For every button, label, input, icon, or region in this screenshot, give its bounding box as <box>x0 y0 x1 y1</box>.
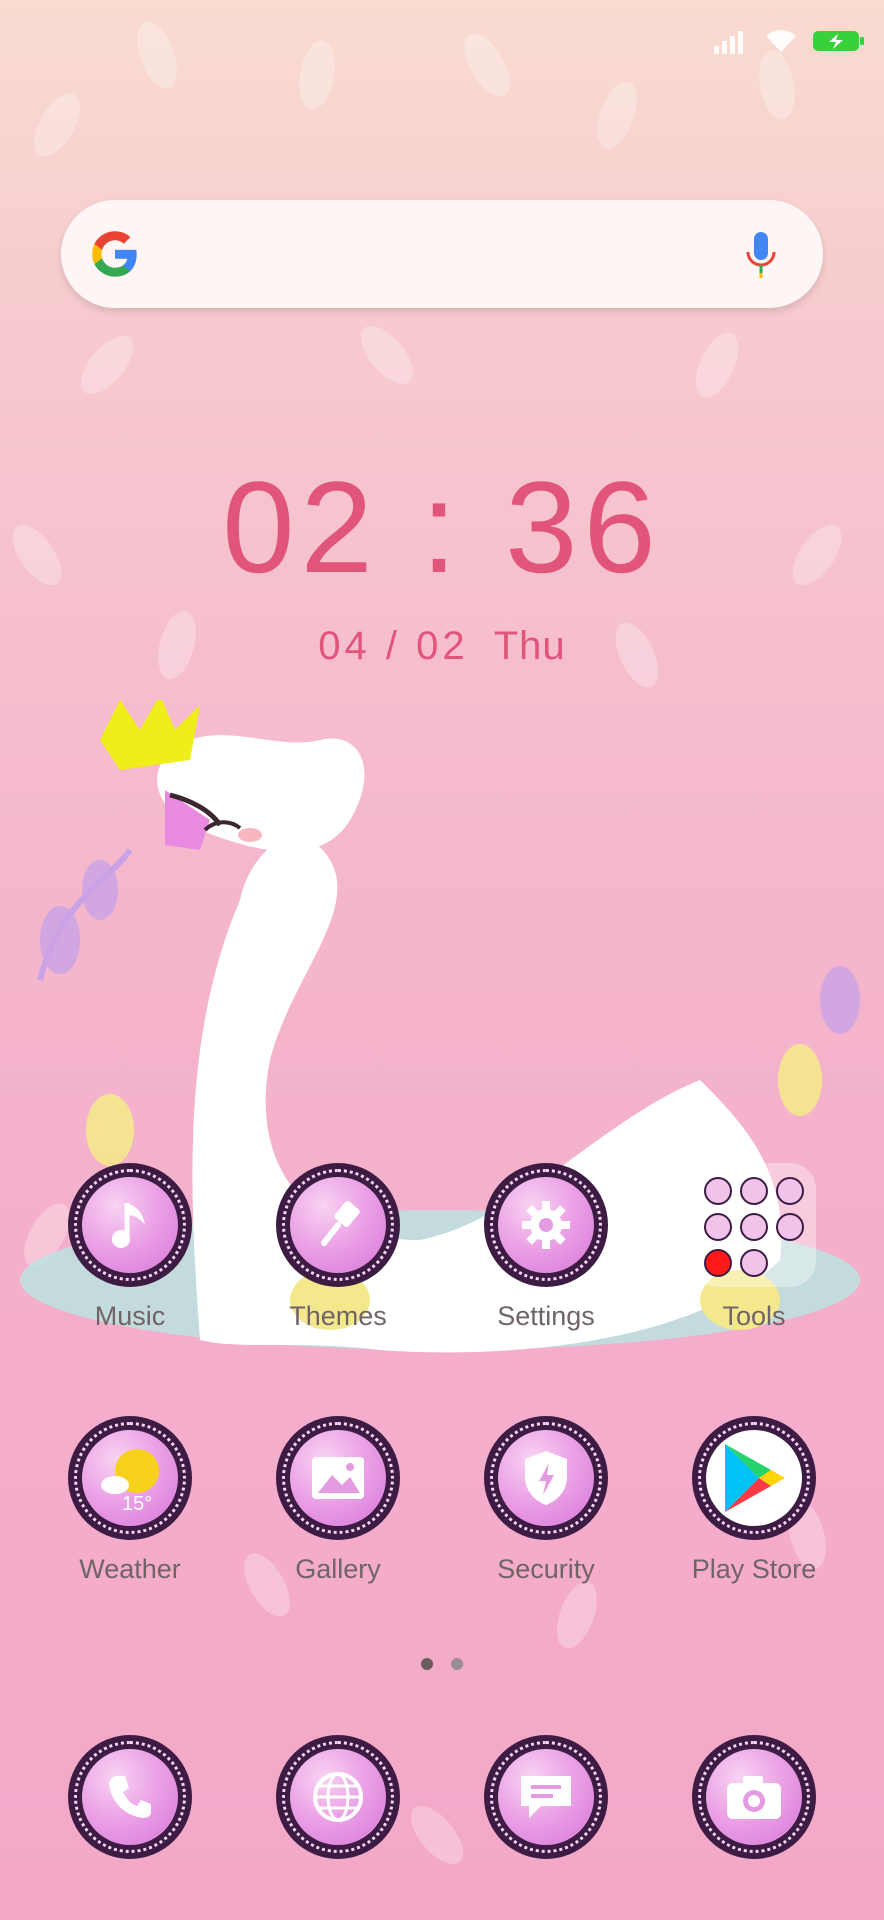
page-dot[interactable] <box>451 1658 463 1670</box>
app-play-store[interactable]: Play Store <box>664 1416 844 1585</box>
folder-icon <box>692 1163 816 1287</box>
date-day: 04 / 02 <box>318 624 469 668</box>
app-themes[interactable]: Themes <box>248 1163 428 1332</box>
page-indicator[interactable] <box>0 1658 884 1670</box>
app-gallery[interactable]: Gallery <box>248 1416 428 1585</box>
music-note-icon <box>112 1203 145 1248</box>
battery-charging-icon <box>813 31 864 51</box>
status-bar <box>714 28 866 54</box>
app-security[interactable]: Security <box>456 1416 636 1585</box>
paintbrush-icon <box>321 1201 360 1246</box>
wifi-icon <box>766 30 796 52</box>
dock-camera[interactable] <box>664 1735 844 1859</box>
globe-icon <box>313 1772 363 1822</box>
clock-date[interactable]: 04 / 02 Thu <box>0 624 884 669</box>
app-label: Weather <box>79 1554 181 1584</box>
page-dot-active[interactable] <box>421 1658 433 1670</box>
app-music[interactable]: Music <box>40 1163 220 1332</box>
app-music-ring <box>68 1163 192 1287</box>
app-settings[interactable]: Settings <box>456 1163 636 1332</box>
app-label: Gallery <box>295 1554 381 1584</box>
phone-icon <box>109 1776 151 1818</box>
folder-tools[interactable]: Tools <box>664 1163 844 1332</box>
dock-browser[interactable] <box>248 1735 428 1859</box>
weather-temperature: 15° <box>122 1493 153 1515</box>
app-label: Settings <box>497 1301 595 1331</box>
app-label: Themes <box>289 1301 387 1331</box>
camera-icon <box>727 1776 781 1819</box>
app-weather[interactable]: 15° Weather <box>40 1416 220 1585</box>
google-search-bar[interactable] <box>61 200 823 308</box>
google-g-icon <box>92 231 137 277</box>
gear-icon <box>522 1201 570 1249</box>
dock-messages[interactable] <box>456 1735 636 1859</box>
signal-icon <box>714 31 743 54</box>
microphone-icon[interactable] <box>743 230 779 280</box>
date-weekday: Thu <box>493 624 566 668</box>
play-store-icon <box>725 1444 785 1512</box>
image-icon <box>312 1457 364 1499</box>
shield-icon <box>525 1451 567 1505</box>
clock-time[interactable]: 02 : 36 <box>0 452 884 602</box>
message-icon <box>521 1776 571 1818</box>
app-label: Music <box>94 1301 166 1331</box>
app-label: Security <box>497 1554 595 1584</box>
app-label: Tools <box>722 1301 786 1331</box>
dock-phone[interactable] <box>40 1735 220 1859</box>
app-label: Play Store <box>691 1554 817 1584</box>
